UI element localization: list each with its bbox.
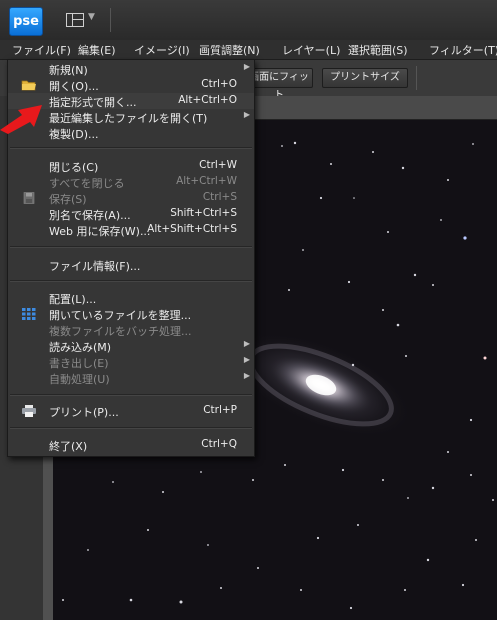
menu-item-shortcut: Ctrl+Q [201,438,237,450]
menu-image[interactable]: イメージ(I) [134,42,190,58]
menu-item-close-all: すべてを閉じる Alt+Ctrl+W [8,174,254,190]
menu-layer[interactable]: レイヤー(L) [282,42,340,58]
menu-item-save-as[interactable]: 別名で保存(A)... Shift+Ctrl+S [8,206,254,222]
menu-item-label: 指定形式で開く... [49,96,137,109]
submenu-arrow-icon: ▶ [243,110,250,119]
menu-item-label: 自動処理(U) [49,373,110,386]
menu-item-save-for-web[interactable]: Web 用に保存(W)... Alt+Shift+Ctrl+S [8,222,254,238]
menu-item-export: 書き出し(E) ▶ [8,354,254,370]
menu-item-batch-process: 複数ファイルをバッチ処理... [8,322,254,338]
menu-filter[interactable]: フィルター(T) [429,42,497,58]
menu-item-exit[interactable]: 終了(X) Ctrl+Q [8,437,254,453]
menu-item-label: プリント(P)... [49,406,119,419]
menu-item-shortcut: Ctrl+S [202,191,237,203]
menu-item-label: 開いているファイルを整理... [49,309,192,322]
menu-item-shortcut: Ctrl+P [203,404,237,416]
menu-item-place[interactable]: 配置(L)... [8,290,254,306]
menu-separator [10,280,252,282]
menu-item-open[interactable]: 開く(O)... Ctrl+O [8,77,254,93]
submenu-arrow-icon: ▶ [243,371,250,380]
submenu-arrow-icon: ▶ [243,339,250,348]
menu-item-shortcut: Alt+Ctrl+W [176,175,237,187]
menu-item-save: 保存(S) Ctrl+S [8,190,254,206]
menu-item-label: 終了(X) [49,440,88,453]
menu-item-label: Web 用に保存(W)... [49,225,151,238]
menu-item-shortcut: Ctrl+W [199,159,237,171]
fit-screen-button[interactable]: 画面にフィット [245,68,313,101]
chevron-down-icon: ▼ [88,12,95,22]
organize-grid-icon [22,308,36,320]
menu-item-file-info[interactable]: ファイル情報(F)... [8,257,254,273]
menu-item-label: 書き出し(E) [49,357,109,370]
menu-item-label: ファイル情報(F)... [49,260,141,273]
menu-item-shortcut: Ctrl+O [201,78,237,90]
divider [110,8,111,32]
menu-item-close[interactable]: 閉じる(C) Ctrl+W [8,158,254,174]
divider [416,66,417,90]
menu-item-new[interactable]: 新規(N) ▶ [8,61,254,77]
menu-bar: ファイル(F) 編集(E) イメージ(I) 画質調整(N) レイヤー(L) 選択… [0,40,497,60]
layout-icon [66,13,84,27]
app-logo[interactable]: pse [9,7,43,36]
title-bar: pse ▼ [0,0,497,41]
printer-icon [22,405,36,417]
save-icon [23,192,35,204]
menu-separator [10,246,252,248]
menu-item-label: 閉じる(C) [49,161,99,174]
menu-separator [10,147,252,149]
menu-item-label: 読み込み(M) [49,341,112,354]
layout-switcher-button[interactable]: ▼ [66,12,100,28]
red-annotation-arrow-icon [0,105,42,134]
menu-item-label: 最近編集したファイルを開く(T) [49,112,208,125]
submenu-arrow-icon: ▶ [243,62,250,71]
menu-enhance[interactable]: 画質調整(N) [199,42,260,58]
menu-item-shortcut: Alt+Ctrl+O [178,94,237,106]
folder-icon [21,80,36,91]
menu-item-print[interactable]: プリント(P)... Ctrl+P [8,403,254,419]
menu-file[interactable]: ファイル(F) [12,42,71,58]
menu-item-import[interactable]: 読み込み(M) ▶ [8,338,254,354]
menu-separator [10,427,252,429]
menu-item-label: 複製(D)... [49,128,99,141]
menu-item-label: 配置(L)... [49,293,97,306]
menu-item-label: すべてを閉じる [49,177,125,190]
submenu-arrow-icon: ▶ [243,355,250,364]
print-size-button[interactable]: プリントサイズ [322,68,408,88]
menu-item-organize-open-files[interactable]: 開いているファイルを整理... [8,306,254,322]
menu-item-label: 新規(N) [49,64,88,77]
menu-select[interactable]: 選択範囲(S) [348,42,408,58]
menu-separator [10,394,252,396]
menu-item-automation: 自動処理(U) ▶ [8,370,254,386]
menu-item-label: 別名で保存(A)... [49,209,131,222]
menu-item-shortcut: Alt+Shift+Ctrl+S [147,223,237,235]
menu-item-label: 開く(O)... [49,80,99,93]
menu-item-shortcut: Shift+Ctrl+S [170,207,237,219]
menu-item-label: 複数ファイルをバッチ処理... [49,325,192,338]
menu-edit[interactable]: 編集(E) [78,42,116,58]
menu-item-label: 保存(S) [49,193,87,206]
